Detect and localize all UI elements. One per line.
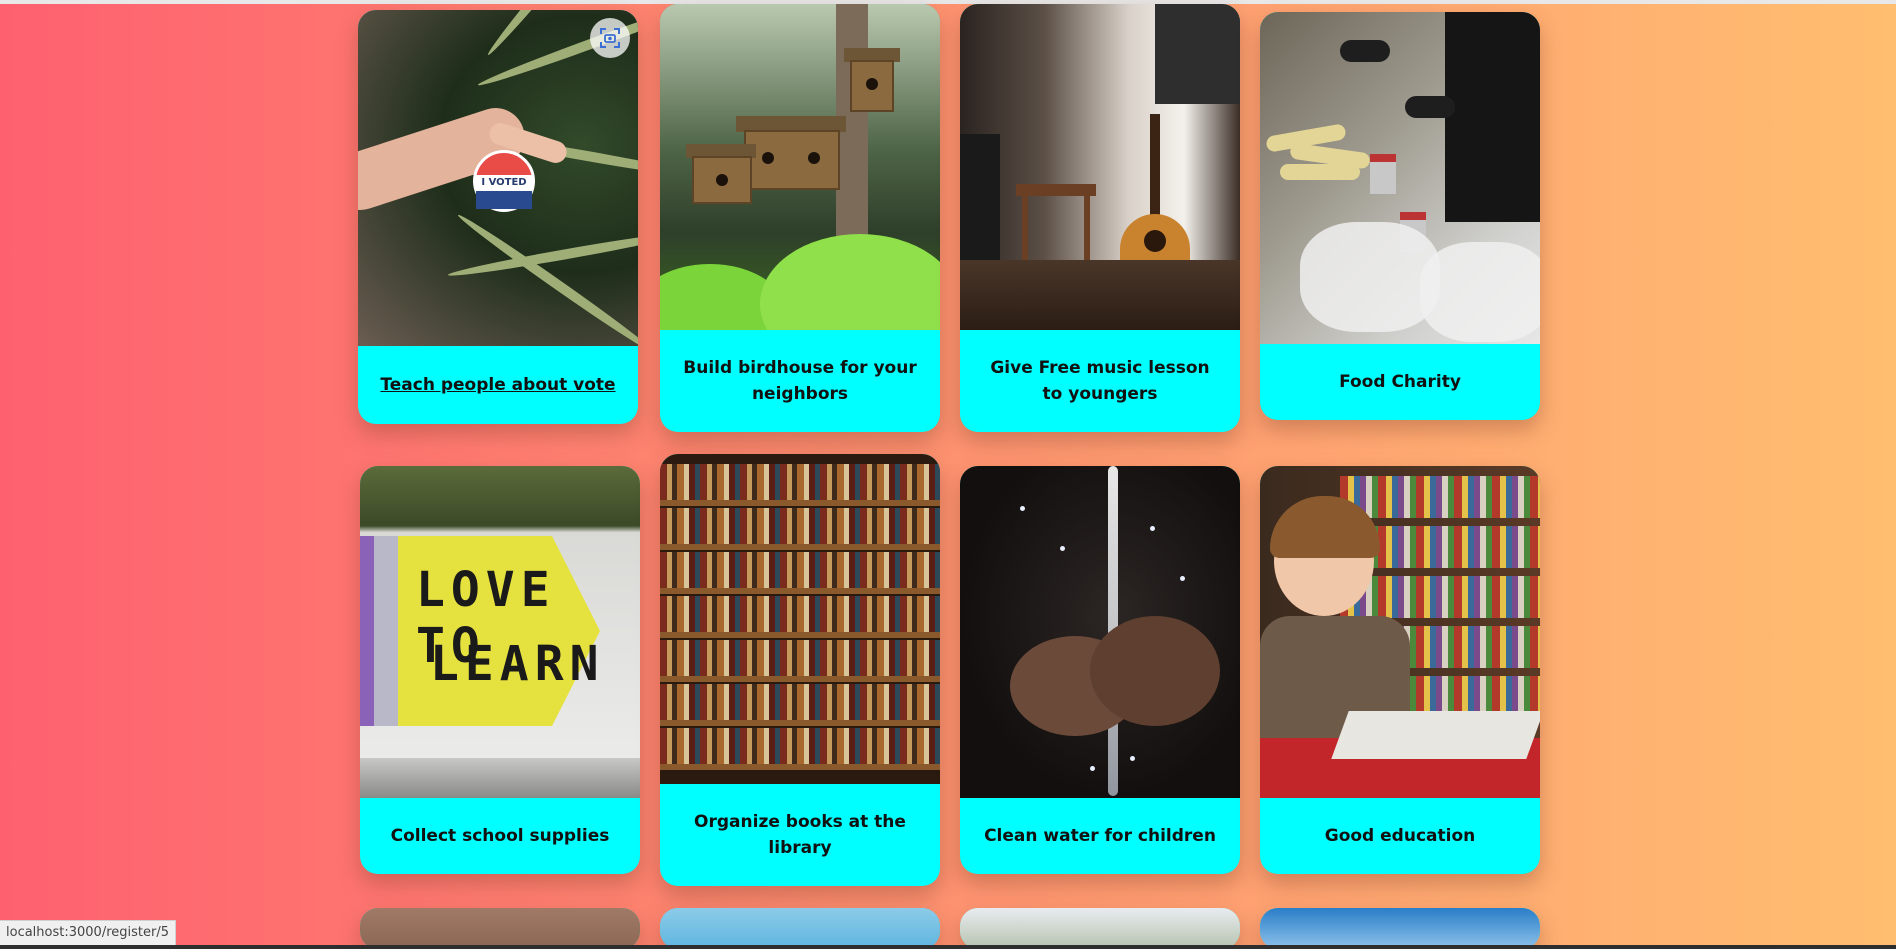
card-image-school-supplies: LOVE TO LEARN [360,466,640,798]
project-card-vote[interactable]: I VOTED Teach people about vote [358,10,638,424]
screenshot-scan-icon [600,28,620,48]
project-card-library[interactable]: Organize books at the library [660,454,940,886]
screenshot-button[interactable] [590,18,630,58]
card-image-water [960,466,1240,798]
card-image-vote: I VOTED [358,10,638,346]
card-title: Food Charity [1339,372,1461,392]
browser-top-edge [0,0,1896,4]
project-card-education[interactable]: Good education [1260,466,1540,874]
card-title: Collect school supplies [390,826,610,846]
project-card-school-supplies[interactable]: LOVE TO LEARN Collect school supplies [360,466,640,874]
status-bar-url: localhost:3000/register/5 [0,920,176,946]
card-title: Good education [1324,826,1476,846]
project-card-peek-1[interactable] [360,908,640,949]
i-voted-sticker: I VOTED [473,150,535,212]
card-image-music [960,4,1240,330]
project-card-peek-2[interactable] [660,908,940,949]
taskbar-edge [0,945,1896,949]
card-image [960,908,1240,949]
image-text-line-2: LEARN [430,636,605,692]
card-image-birdhouse [660,4,940,330]
card-title: Build birdhouse for your neighbors [683,358,917,404]
project-card-food[interactable]: Food Charity [1260,12,1540,420]
card-image-education [1260,466,1540,798]
card-title: Give Free music lesson to youngers [990,358,1210,404]
project-card-birdhouse[interactable]: Build birdhouse for your neighbors [660,4,940,432]
card-image-library [660,454,940,784]
project-card-music[interactable]: Give Free music lesson to youngers [960,4,1240,432]
card-title: Clean water for children [984,826,1216,846]
card-image [1260,908,1540,949]
card-title[interactable]: Teach people about vote [358,346,638,424]
card-title: Organize books at the library [694,812,906,858]
project-card-peek-4[interactable] [1260,908,1540,949]
card-image [360,908,640,949]
project-card-water[interactable]: Clean water for children [960,466,1240,874]
card-image [660,908,940,949]
card-image-food [1260,12,1540,344]
project-card-peek-3[interactable] [960,908,1240,949]
sticker-text: I VOTED [476,175,532,191]
